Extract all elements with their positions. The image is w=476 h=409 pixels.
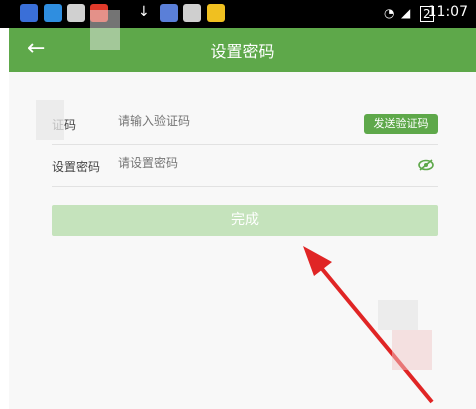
mosaic-patch <box>392 330 432 370</box>
mosaic-patch <box>90 10 120 50</box>
mosaic-patch <box>378 300 418 330</box>
mosaic-patch <box>36 100 64 140</box>
